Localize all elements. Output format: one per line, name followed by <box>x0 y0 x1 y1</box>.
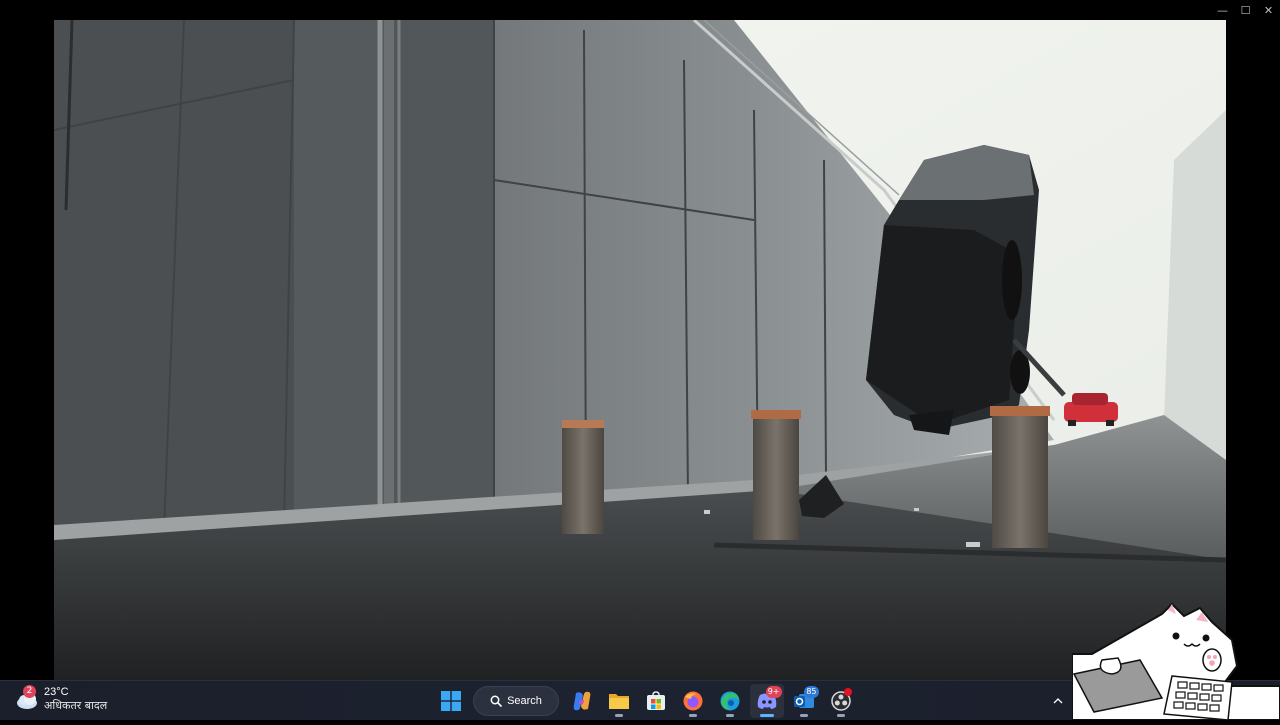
minimize-button[interactable]: — <box>1211 0 1234 20</box>
search-icon <box>490 695 502 707</box>
cloud-icon: 2 <box>14 685 40 712</box>
show-hidden-icons-button[interactable] <box>1050 693 1066 709</box>
media-player-window: — ☐ ✕ <box>0 0 1280 680</box>
maximize-button[interactable]: ☐ <box>1234 0 1257 20</box>
copilot-icon <box>573 691 590 711</box>
copilot-app[interactable] <box>565 684 599 718</box>
bongo-cat-overlay <box>1071 602 1280 721</box>
obs-app[interactable] <box>824 684 858 718</box>
store-app[interactable] <box>639 684 673 718</box>
discord-app[interactable]: 9+ <box>749 684 784 718</box>
outlook-badge: 85 <box>804 686 819 698</box>
taskbar-apps: Search 9+ 85 <box>432 684 859 718</box>
weather-condition: अधिकतर बादल <box>44 699 108 712</box>
close-button[interactable]: ✕ <box>1257 0 1280 20</box>
cat-eye-right <box>1202 634 1210 642</box>
cat-eye-left <box>1172 632 1180 640</box>
start-button[interactable] <box>434 684 468 718</box>
bollard-left <box>562 420 604 534</box>
running-indicator <box>836 714 845 717</box>
stained-panel <box>394 20 494 520</box>
video-scene <box>54 20 1226 680</box>
video-frame[interactable] <box>54 20 1226 680</box>
windows-logo-icon <box>440 691 461 711</box>
edge-app[interactable] <box>713 684 747 718</box>
cat-paw <box>1202 648 1222 672</box>
left-panel-2 <box>294 20 384 525</box>
edge-icon <box>720 691 739 711</box>
bollard-middle <box>751 410 801 540</box>
weather-widget[interactable]: 2 23°C अधिकतर बादल <box>14 685 107 713</box>
firefox-icon <box>683 691 702 711</box>
file-explorer-app[interactable] <box>602 684 636 718</box>
running-indicator <box>799 714 808 717</box>
discord-badge: 9+ <box>765 686 782 698</box>
search-button[interactable]: Search <box>473 686 559 716</box>
search-label: Search <box>507 695 542 707</box>
outlook-app[interactable]: 85 <box>787 684 821 718</box>
window-controls: — ☐ ✕ <box>1211 0 1280 20</box>
running-indicator <box>688 714 697 717</box>
recording-indicator <box>843 688 852 696</box>
bollard-right <box>990 406 1050 548</box>
chevron-up-icon <box>1053 698 1063 704</box>
weather-temperature: 23°C <box>44 686 69 698</box>
running-indicator <box>614 714 623 717</box>
firefox-app[interactable] <box>676 684 710 718</box>
store-icon <box>646 691 665 710</box>
weather-badge: 2 <box>23 685 36 698</box>
cat-paw-left <box>1099 657 1122 675</box>
folder-icon <box>608 694 629 709</box>
running-indicator <box>725 714 734 717</box>
running-indicator <box>759 714 774 717</box>
